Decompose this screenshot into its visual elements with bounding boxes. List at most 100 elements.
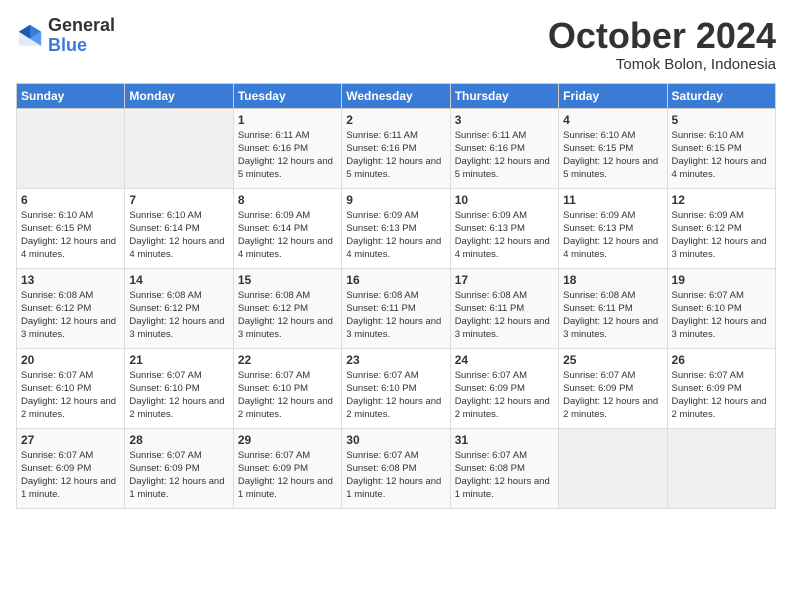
day-info: Sunrise: 6:07 AMSunset: 6:10 PMDaylight:… [672,289,771,342]
calendar-week-row: 27Sunrise: 6:07 AMSunset: 6:09 PMDayligh… [17,428,776,508]
title-block: October 2024 Tomok Bolon, Indonesia [548,16,776,73]
calendar-week-row: 13 Sunrise: 6:08 AMSunset: 6:12 PMDayligh… [17,268,776,348]
calendar-cell: 25 Sunrise: 6:07 AMSunset: 6:09 PMDayligh… [559,348,667,428]
calendar-week-row: 1 Sunrise: 6:11 AMSunset: 6:16 PMDaylight… [17,108,776,188]
calendar-cell: 21Sunrise: 6:07 AMSunset: 6:10 PMDayligh… [125,348,233,428]
calendar-cell: 4 Sunrise: 6:10 AMSunset: 6:15 PMDaylight… [559,108,667,188]
calendar-cell: 8 Sunrise: 6:09 AMSunset: 6:14 PMDaylight… [233,188,341,268]
calendar-cell: 23 Sunrise: 6:07 AMSunset: 6:10 PMDayligh… [342,348,450,428]
day-number: 6 [21,193,120,207]
day-info: Sunrise: 6:10 AMSunset: 6:14 PMDaylight:… [129,209,228,262]
day-info: Sunrise: 6:07 AMSunset: 6:08 PMDaylight:… [346,449,445,502]
day-number: 14 [129,273,228,287]
day-number: 28 [129,433,228,447]
location-subtitle: Tomok Bolon, Indonesia [548,56,776,73]
calendar-cell: 22 Sunrise: 6:07 AMSunset: 6:10 PMDayligh… [233,348,341,428]
day-info: Sunrise: 6:10 AMSunset: 6:15 PMDaylight:… [672,129,771,182]
logo: General Blue [16,16,115,56]
day-info: Sunrise: 6:07 AMSunset: 6:09 PMDaylight:… [455,369,554,422]
day-info: Sunrise: 6:08 AMSunset: 6:12 PMDaylight:… [129,289,228,342]
day-info: Sunrise: 6:09 AMSunset: 6:13 PMDaylight:… [455,209,554,262]
calendar-cell: 14 Sunrise: 6:08 AMSunset: 6:12 PMDayligh… [125,268,233,348]
day-number: 23 [346,353,445,367]
day-number: 8 [238,193,337,207]
day-info: Sunrise: 6:08 AMSunset: 6:12 PMDaylight:… [21,289,120,342]
day-number: 10 [455,193,554,207]
day-info: Sunrise: 6:09 AMSunset: 6:12 PMDaylight:… [672,209,771,262]
calendar-cell: 1 Sunrise: 6:11 AMSunset: 6:16 PMDaylight… [233,108,341,188]
weekday-header-monday: Monday [125,83,233,108]
day-info: Sunrise: 6:07 AMSunset: 6:09 PMDaylight:… [238,449,337,502]
day-number: 25 [563,353,662,367]
calendar-cell: 26Sunrise: 6:07 AMSunset: 6:09 PMDayligh… [667,348,775,428]
calendar-cell: 9 Sunrise: 6:09 AMSunset: 6:13 PMDaylight… [342,188,450,268]
page-header: General Blue October 2024 Tomok Bolon, I… [16,16,776,73]
logo-icon [16,22,44,50]
day-info: Sunrise: 6:11 AMSunset: 6:16 PMDaylight:… [238,129,337,182]
calendar-cell: 16 Sunrise: 6:08 AMSunset: 6:11 PMDayligh… [342,268,450,348]
day-number: 26 [672,353,771,367]
day-number: 20 [21,353,120,367]
calendar-cell: 30Sunrise: 6:07 AMSunset: 6:08 PMDayligh… [342,428,450,508]
calendar-table: SundayMondayTuesdayWednesdayThursdayFrid… [16,83,776,509]
day-info: Sunrise: 6:07 AMSunset: 6:08 PMDaylight:… [455,449,554,502]
calendar-cell [559,428,667,508]
day-info: Sunrise: 6:11 AMSunset: 6:16 PMDaylight:… [455,129,554,182]
logo-blue: Blue [48,36,115,56]
day-number: 18 [563,273,662,287]
calendar-cell: 28 Sunrise: 6:07 AMSunset: 6:09 PMDayligh… [125,428,233,508]
day-number: 11 [563,193,662,207]
calendar-header-row: SundayMondayTuesdayWednesdayThursdayFrid… [17,83,776,108]
calendar-cell: 31Sunrise: 6:07 AMSunset: 6:08 PMDayligh… [450,428,558,508]
day-info: Sunrise: 6:08 AMSunset: 6:11 PMDaylight:… [346,289,445,342]
day-info: Sunrise: 6:07 AMSunset: 6:10 PMDaylight:… [346,369,445,422]
day-info: Sunrise: 6:07 AMSunset: 6:09 PMDaylight:… [129,449,228,502]
day-info: Sunrise: 6:08 AMSunset: 6:11 PMDaylight:… [563,289,662,342]
weekday-header-sunday: Sunday [17,83,125,108]
day-info: Sunrise: 6:09 AMSunset: 6:13 PMDaylight:… [346,209,445,262]
day-info: Sunrise: 6:09 AMSunset: 6:13 PMDaylight:… [563,209,662,262]
calendar-cell: 10 Sunrise: 6:09 AMSunset: 6:13 PMDayligh… [450,188,558,268]
day-number: 4 [563,113,662,127]
day-info: Sunrise: 6:08 AMSunset: 6:12 PMDaylight:… [238,289,337,342]
logo-text: General Blue [48,16,115,56]
day-info: Sunrise: 6:07 AMSunset: 6:10 PMDaylight:… [238,369,337,422]
weekday-header-tuesday: Tuesday [233,83,341,108]
day-number: 13 [21,273,120,287]
calendar-cell: 3 Sunrise: 6:11 AMSunset: 6:16 PMDaylight… [450,108,558,188]
weekday-header-saturday: Saturday [667,83,775,108]
day-info: Sunrise: 6:07 AMSunset: 6:09 PMDaylight:… [563,369,662,422]
day-info: Sunrise: 6:11 AMSunset: 6:16 PMDaylight:… [346,129,445,182]
day-number: 19 [672,273,771,287]
day-info: Sunrise: 6:09 AMSunset: 6:14 PMDaylight:… [238,209,337,262]
calendar-week-row: 6 Sunrise: 6:10 AMSunset: 6:15 PMDaylight… [17,188,776,268]
day-number: 16 [346,273,445,287]
day-number: 1 [238,113,337,127]
calendar-cell: 13 Sunrise: 6:08 AMSunset: 6:12 PMDayligh… [17,268,125,348]
calendar-cell: 2Sunrise: 6:11 AMSunset: 6:16 PMDaylight… [342,108,450,188]
calendar-cell [17,108,125,188]
calendar-cell [667,428,775,508]
calendar-cell: 6 Sunrise: 6:10 AMSunset: 6:15 PMDaylight… [17,188,125,268]
day-number: 22 [238,353,337,367]
logo-general: General [48,16,115,36]
day-number: 29 [238,433,337,447]
calendar-cell: 27Sunrise: 6:07 AMSunset: 6:09 PMDayligh… [17,428,125,508]
calendar-cell: 19 Sunrise: 6:07 AMSunset: 6:10 PMDayligh… [667,268,775,348]
day-number: 5 [672,113,771,127]
calendar-cell: 18 Sunrise: 6:08 AMSunset: 6:11 PMDayligh… [559,268,667,348]
month-title: October 2024 [548,16,776,56]
calendar-cell: 5 Sunrise: 6:10 AMSunset: 6:15 PMDaylight… [667,108,775,188]
day-info: Sunrise: 6:10 AMSunset: 6:15 PMDaylight:… [563,129,662,182]
calendar-cell: 20Sunrise: 6:07 AMSunset: 6:10 PMDayligh… [17,348,125,428]
calendar-cell: 24 Sunrise: 6:07 AMSunset: 6:09 PMDayligh… [450,348,558,428]
calendar-cell: 15Sunrise: 6:08 AMSunset: 6:12 PMDayligh… [233,268,341,348]
day-number: 9 [346,193,445,207]
day-number: 3 [455,113,554,127]
day-number: 24 [455,353,554,367]
weekday-header-wednesday: Wednesday [342,83,450,108]
day-number: 12 [672,193,771,207]
day-number: 7 [129,193,228,207]
day-info: Sunrise: 6:10 AMSunset: 6:15 PMDaylight:… [21,209,120,262]
day-number: 21 [129,353,228,367]
